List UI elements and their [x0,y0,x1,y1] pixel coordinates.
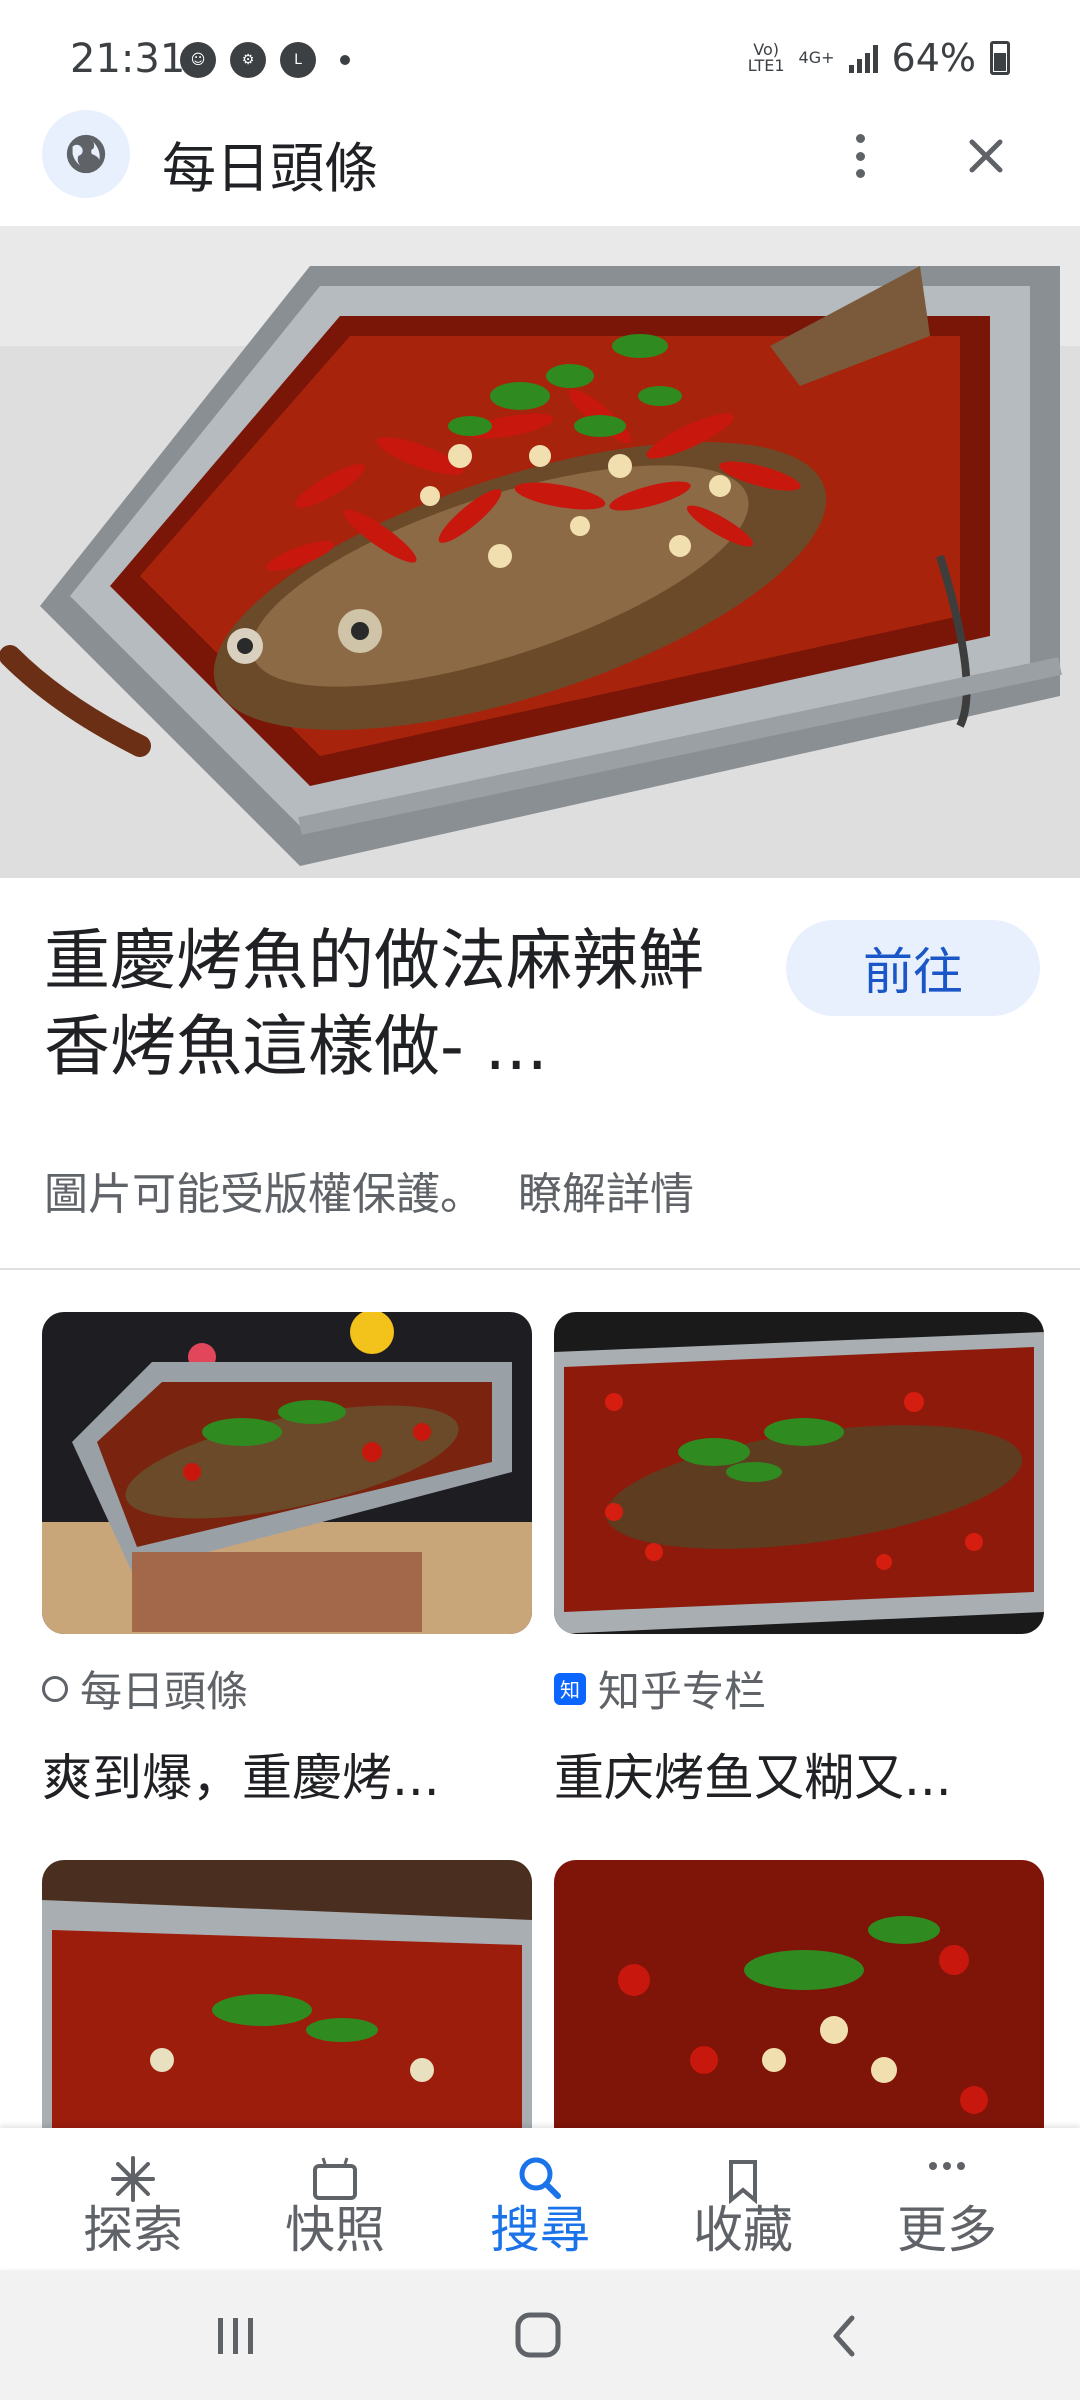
learn-more-link[interactable]: 瞭解詳情 [518,1169,694,1220]
status-bar: 21:31 ☺ ⚙ L Vo) LTE1 4G+ 64% [0,0,1080,120]
divider [0,1268,1080,1270]
nav-collections[interactable]: 收藏 [658,2154,828,2259]
result-caption-1[interactable]: 爽到爆，重慶烤... [42,1738,440,1810]
result-source-1: 每日頭條 [42,1658,248,1719]
nav-label: 快照 [285,2201,385,2259]
system-navigation-bar [0,2270,1080,2400]
network-type: 4G+ [798,48,835,67]
source-label: 每日頭條 [80,1667,249,1716]
globe-icon[interactable] [42,110,130,198]
status-time: 21:31 [70,36,186,82]
copyright-notice: 圖片可能受版權保護。 瞭解詳情 [44,1158,694,1222]
result-source-2: 知 知乎专栏 [554,1658,766,1719]
line-icon: L [280,42,316,78]
related-image-3[interactable] [42,1860,532,2150]
nav-label: 搜尋 [490,2201,590,2259]
nav-label: 探索 [83,2201,183,2259]
notification-icons: ☺ ⚙ L [180,42,350,78]
page-title: 每日頭條 [162,137,378,200]
globe-icon [42,1675,68,1702]
nav-label: 收藏 [693,2201,793,2259]
related-image-4[interactable] [554,1860,1044,2150]
bottom-navigation: 探索 快照 搜尋 收藏 更多 [0,2128,1080,2268]
visit-button[interactable]: 前往 [786,920,1040,1016]
nav-explore[interactable]: 探索 [48,2154,218,2259]
messenger-icon: ☺ [180,42,216,78]
settings-icon: ⚙ [230,42,266,78]
source-label: 知乎专栏 [598,1667,767,1716]
result-caption-2[interactable]: 重庆烤鱼又糊又... [554,1738,952,1810]
related-image-2[interactable] [554,1312,1044,1634]
notification-dot-icon [340,55,350,65]
hero-image[interactable] [0,226,1080,878]
nav-snapshot[interactable]: 快照 [250,2154,420,2259]
signal-icon [848,43,878,73]
copyright-text: 圖片可能受版權保護。 [44,1169,484,1220]
lte-label: LTE1 [747,56,785,75]
battery-icon [990,41,1010,75]
home-icon[interactable] [515,2312,561,2358]
header: 每日頭條 [0,110,1080,220]
battery-percent: 64% [891,36,976,80]
volte-icon: Vo) LTE1 [748,42,785,74]
nav-search[interactable]: 搜尋 [455,2154,625,2259]
zhihu-icon: 知 [554,1672,586,1705]
recent-apps-icon[interactable] [218,2318,253,2354]
close-icon[interactable] [958,128,1014,184]
back-icon[interactable] [833,2315,855,2357]
result-title[interactable]: 重慶烤魚的做法麻辣鮮香烤魚這樣做- ... [44,918,744,1090]
status-right: Vo) LTE1 4G+ 64% [748,36,1010,80]
more-vert-icon[interactable] [840,128,880,184]
nav-more[interactable]: 更多 [862,2154,1032,2259]
nav-label: 更多 [897,2201,997,2259]
related-image-1[interactable] [42,1312,532,1634]
